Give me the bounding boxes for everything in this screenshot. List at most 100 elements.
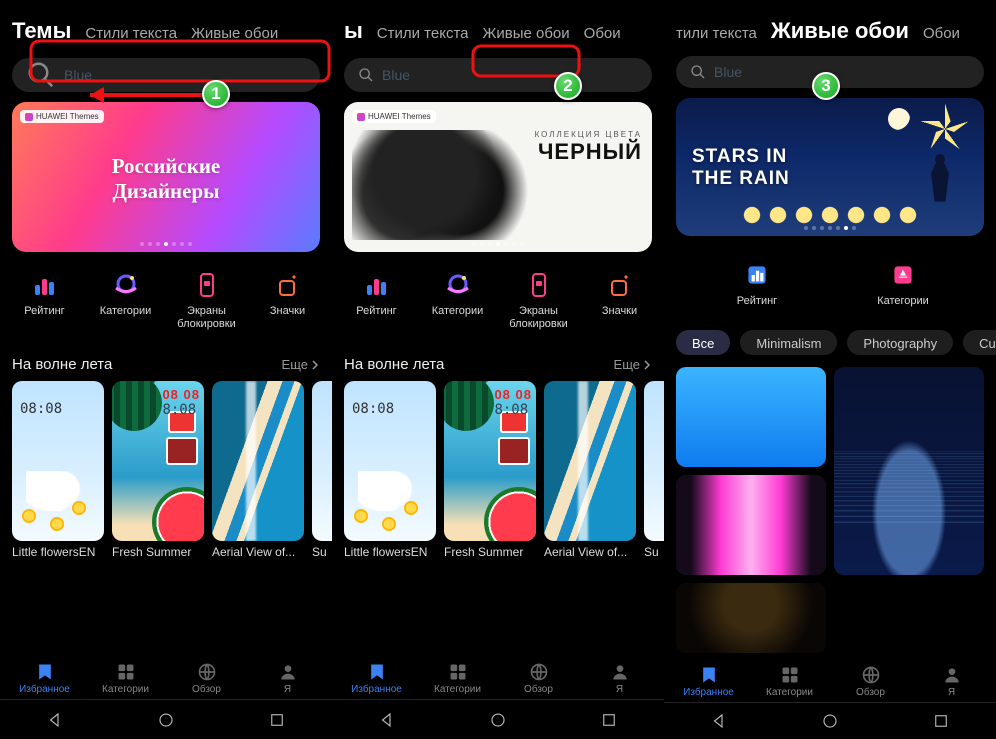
nav-categories[interactable]: Категории: [423, 662, 493, 695]
quick-rating[interactable]: Рейтинг: [697, 260, 817, 308]
home-button[interactable]: [157, 711, 175, 729]
chip-cute[interactable]: Cute: [963, 330, 996, 355]
globe-icon: [197, 662, 217, 682]
panel-3: тили текста Живые обои Обои STARS INTHE …: [664, 0, 996, 739]
bookmark-icon: [367, 662, 387, 682]
hero-badge: HUAWEI Themes: [352, 110, 436, 123]
tab-themes[interactable]: Темы: [12, 18, 71, 44]
hero-banner[interactable]: HUAWEI Themes КОЛЛЕКЦИЯ ЦВЕТАЧЕРНЫЙ: [344, 102, 652, 252]
home-button[interactable]: [821, 712, 839, 730]
section-title: На волне лета: [12, 356, 112, 373]
theme-card[interactable]: 08 088:08Fresh Summer: [444, 381, 536, 559]
theme-card[interactable]: 08:08Little flowersEN: [344, 381, 436, 559]
hero-banner[interactable]: STARS INTHE RAIN: [676, 98, 984, 237]
search-input[interactable]: [382, 67, 638, 83]
quick-lockscreens[interactable]: Экраны блокировки: [170, 270, 244, 330]
theme-card[interactable]: 08 088:08 Fresh Summer: [112, 381, 204, 559]
back-button[interactable]: [46, 711, 64, 729]
tab-textstyles[interactable]: Стили текста: [377, 25, 469, 42]
rating-icon: [742, 260, 772, 290]
lockscreens-icon: [192, 270, 222, 300]
tabs: Темы Стили текста Живые обои: [0, 0, 332, 52]
quick-categories[interactable]: Категории: [843, 260, 963, 308]
quick-icons[interactable]: Значки: [583, 270, 657, 330]
nav-review[interactable]: Обзор: [836, 665, 906, 698]
back-button[interactable]: [378, 711, 396, 729]
quick-links: Рейтинг Категории Экраны блокировки Знач…: [0, 260, 332, 338]
nav-me[interactable]: Я: [253, 662, 323, 695]
nav-categories[interactable]: Категории: [755, 665, 825, 698]
hero-text: Российские Дизайнеры: [112, 150, 221, 204]
chip-all[interactable]: Все: [676, 330, 730, 355]
tab-livewallpapers[interactable]: Живые обои: [191, 25, 278, 42]
wallpaper-item[interactable]: [676, 475, 826, 575]
tab-livewallpapers[interactable]: Живые обои: [483, 25, 570, 42]
quick-lockscreens[interactable]: Экраны блокировки: [502, 270, 576, 330]
nav-favorites[interactable]: Избранное: [10, 662, 80, 695]
panel-2: ы Стили текста Живые обои Обои HUAWEI Th…: [332, 0, 664, 739]
tab-textstyles-cut[interactable]: тили текста: [676, 25, 757, 42]
rating-icon: [30, 270, 60, 300]
section-title: На волне лета: [344, 356, 444, 373]
quick-categories[interactable]: Категории: [89, 270, 163, 330]
more-link[interactable]: Еще: [282, 357, 320, 372]
more-link[interactable]: Еще: [614, 357, 652, 372]
bottom-nav: Избранное Категории Обзор Я: [0, 654, 332, 699]
grid-icon: [780, 665, 800, 685]
nav-categories[interactable]: Категории: [91, 662, 161, 695]
search-bar[interactable]: [12, 58, 320, 92]
person-icon: [610, 662, 630, 682]
recent-button[interactable]: [932, 712, 950, 730]
home-button[interactable]: [489, 711, 507, 729]
carousel-dots: [676, 226, 984, 230]
bottom-nav: Избранное Категории Обзор Я: [664, 657, 996, 702]
hero-banner[interactable]: HUAWEI Themes Российские Дизайнеры: [12, 102, 320, 252]
tab-livewallpapers[interactable]: Живые обои: [771, 18, 909, 44]
search-bar[interactable]: [676, 56, 984, 87]
search-input[interactable]: [64, 67, 306, 83]
tab-themes-cut[interactable]: ы: [344, 18, 363, 44]
quick-categories[interactable]: Категории: [421, 270, 495, 330]
bottom-nav: Избранное Категории Обзор Я: [332, 654, 664, 699]
quick-icons[interactable]: Значки: [251, 270, 325, 330]
back-button[interactable]: [710, 712, 728, 730]
theme-row: 08:08 Little flowersEN 08 088:08 Fresh S…: [0, 375, 332, 559]
wallpaper-grid: [664, 363, 996, 657]
chip-photography[interactable]: Photography: [847, 330, 953, 355]
theme-card[interactable]: Aerial View of...: [544, 381, 636, 559]
wallpaper-item[interactable]: [676, 367, 826, 467]
tab-textstyles[interactable]: Стили текста: [85, 25, 177, 42]
recent-button[interactable]: [268, 711, 286, 729]
tab-wallpapers[interactable]: Обои: [584, 25, 621, 42]
tabs: ы Стили текста Живые обои Обои: [332, 0, 664, 52]
theme-card[interactable]: Aerial View of...: [212, 381, 304, 559]
nav-me[interactable]: Я: [585, 662, 655, 695]
categories-icon: [888, 260, 918, 290]
chip-minimalism[interactable]: Minimalism: [740, 330, 837, 355]
android-navbar: [664, 702, 996, 739]
recent-button[interactable]: [600, 711, 618, 729]
globe-icon: [529, 662, 549, 682]
grid-icon: [448, 662, 468, 682]
search-icon: [26, 60, 56, 90]
quick-rating[interactable]: Рейтинг: [340, 270, 414, 330]
nav-favorites[interactable]: Избранное: [342, 662, 412, 695]
nav-review[interactable]: Обзор: [504, 662, 574, 695]
theme-card[interactable]: 08:08 Little flowersEN: [12, 381, 104, 559]
icons-icon: [273, 270, 303, 300]
wallpaper-item[interactable]: [676, 583, 826, 653]
globe-icon: [861, 665, 881, 685]
quick-rating[interactable]: Рейтинг: [8, 270, 82, 330]
theme-card[interactable]: Su: [312, 381, 332, 559]
nav-me[interactable]: Я: [917, 665, 987, 698]
search-input[interactable]: [714, 64, 970, 80]
search-bar[interactable]: [344, 58, 652, 92]
rating-icon: [362, 270, 392, 300]
nav-review[interactable]: Обзор: [172, 662, 242, 695]
nav-favorites[interactable]: Избранное: [674, 665, 744, 698]
wallpaper-item[interactable]: [834, 367, 984, 575]
tab-wallpapers[interactable]: Обои: [923, 25, 960, 42]
theme-card[interactable]: Su: [644, 381, 664, 559]
hero-text: КОЛЛЕКЦИЯ ЦВЕТАЧЕРНЫЙ: [535, 130, 642, 165]
search-icon: [358, 67, 374, 83]
